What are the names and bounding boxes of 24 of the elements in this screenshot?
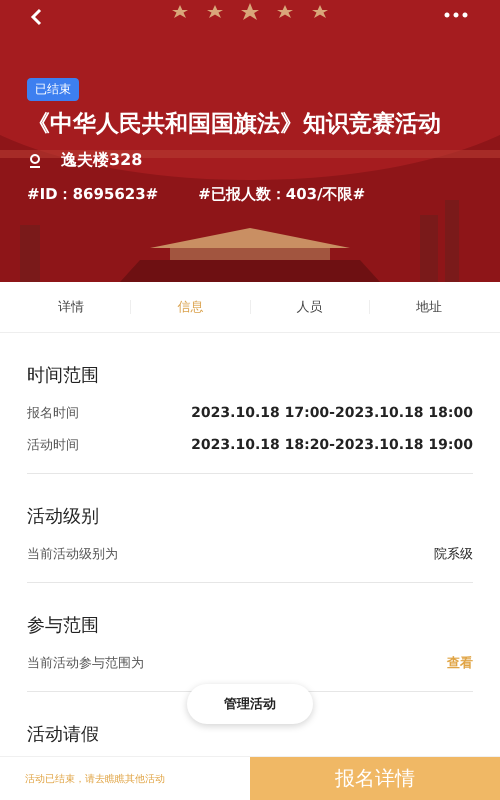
location-icon [29,154,41,168]
tab[interactable]: 人员 [250,298,369,316]
event-id: #ID：8695623# [27,185,158,204]
section-title: 活动级别 [27,505,100,528]
ended-notice: 活动已结束，请去瞧瞧其他活动 [24,772,166,786]
status-badge: 已结束 [27,78,79,101]
row-label: 当前活动级别为 [27,546,118,563]
event-title: 《中华人民共和国国旗法》知识竞赛活动 [27,110,442,139]
location-text: 逸夫楼328 [61,150,142,171]
registration-count: #已报人数：403/不限# [198,185,366,204]
row-value: 院系级 [434,546,473,563]
tab[interactable]: 地址 [370,298,488,316]
back-icon[interactable] [30,8,42,26]
time-range: 2023.10.18 18:20-2023.10.18 19:00 [191,437,473,453]
time-range: 2023.10.18 17:00-2023.10.18 18:00 [191,405,473,421]
row-label: 活动时间 [27,437,79,454]
section-title: 时间范围 [27,364,100,387]
row-label: 当前活动参与范围为 [27,655,144,672]
row-label: 报名时间 [27,405,79,422]
tab[interactable]: 详情 [12,298,130,316]
manage-activity-button[interactable]: 管理活动 [187,684,313,724]
section-title: 参与范围 [27,614,100,637]
section-title: 活动请假 [27,723,100,746]
more-icon[interactable] [444,12,468,18]
